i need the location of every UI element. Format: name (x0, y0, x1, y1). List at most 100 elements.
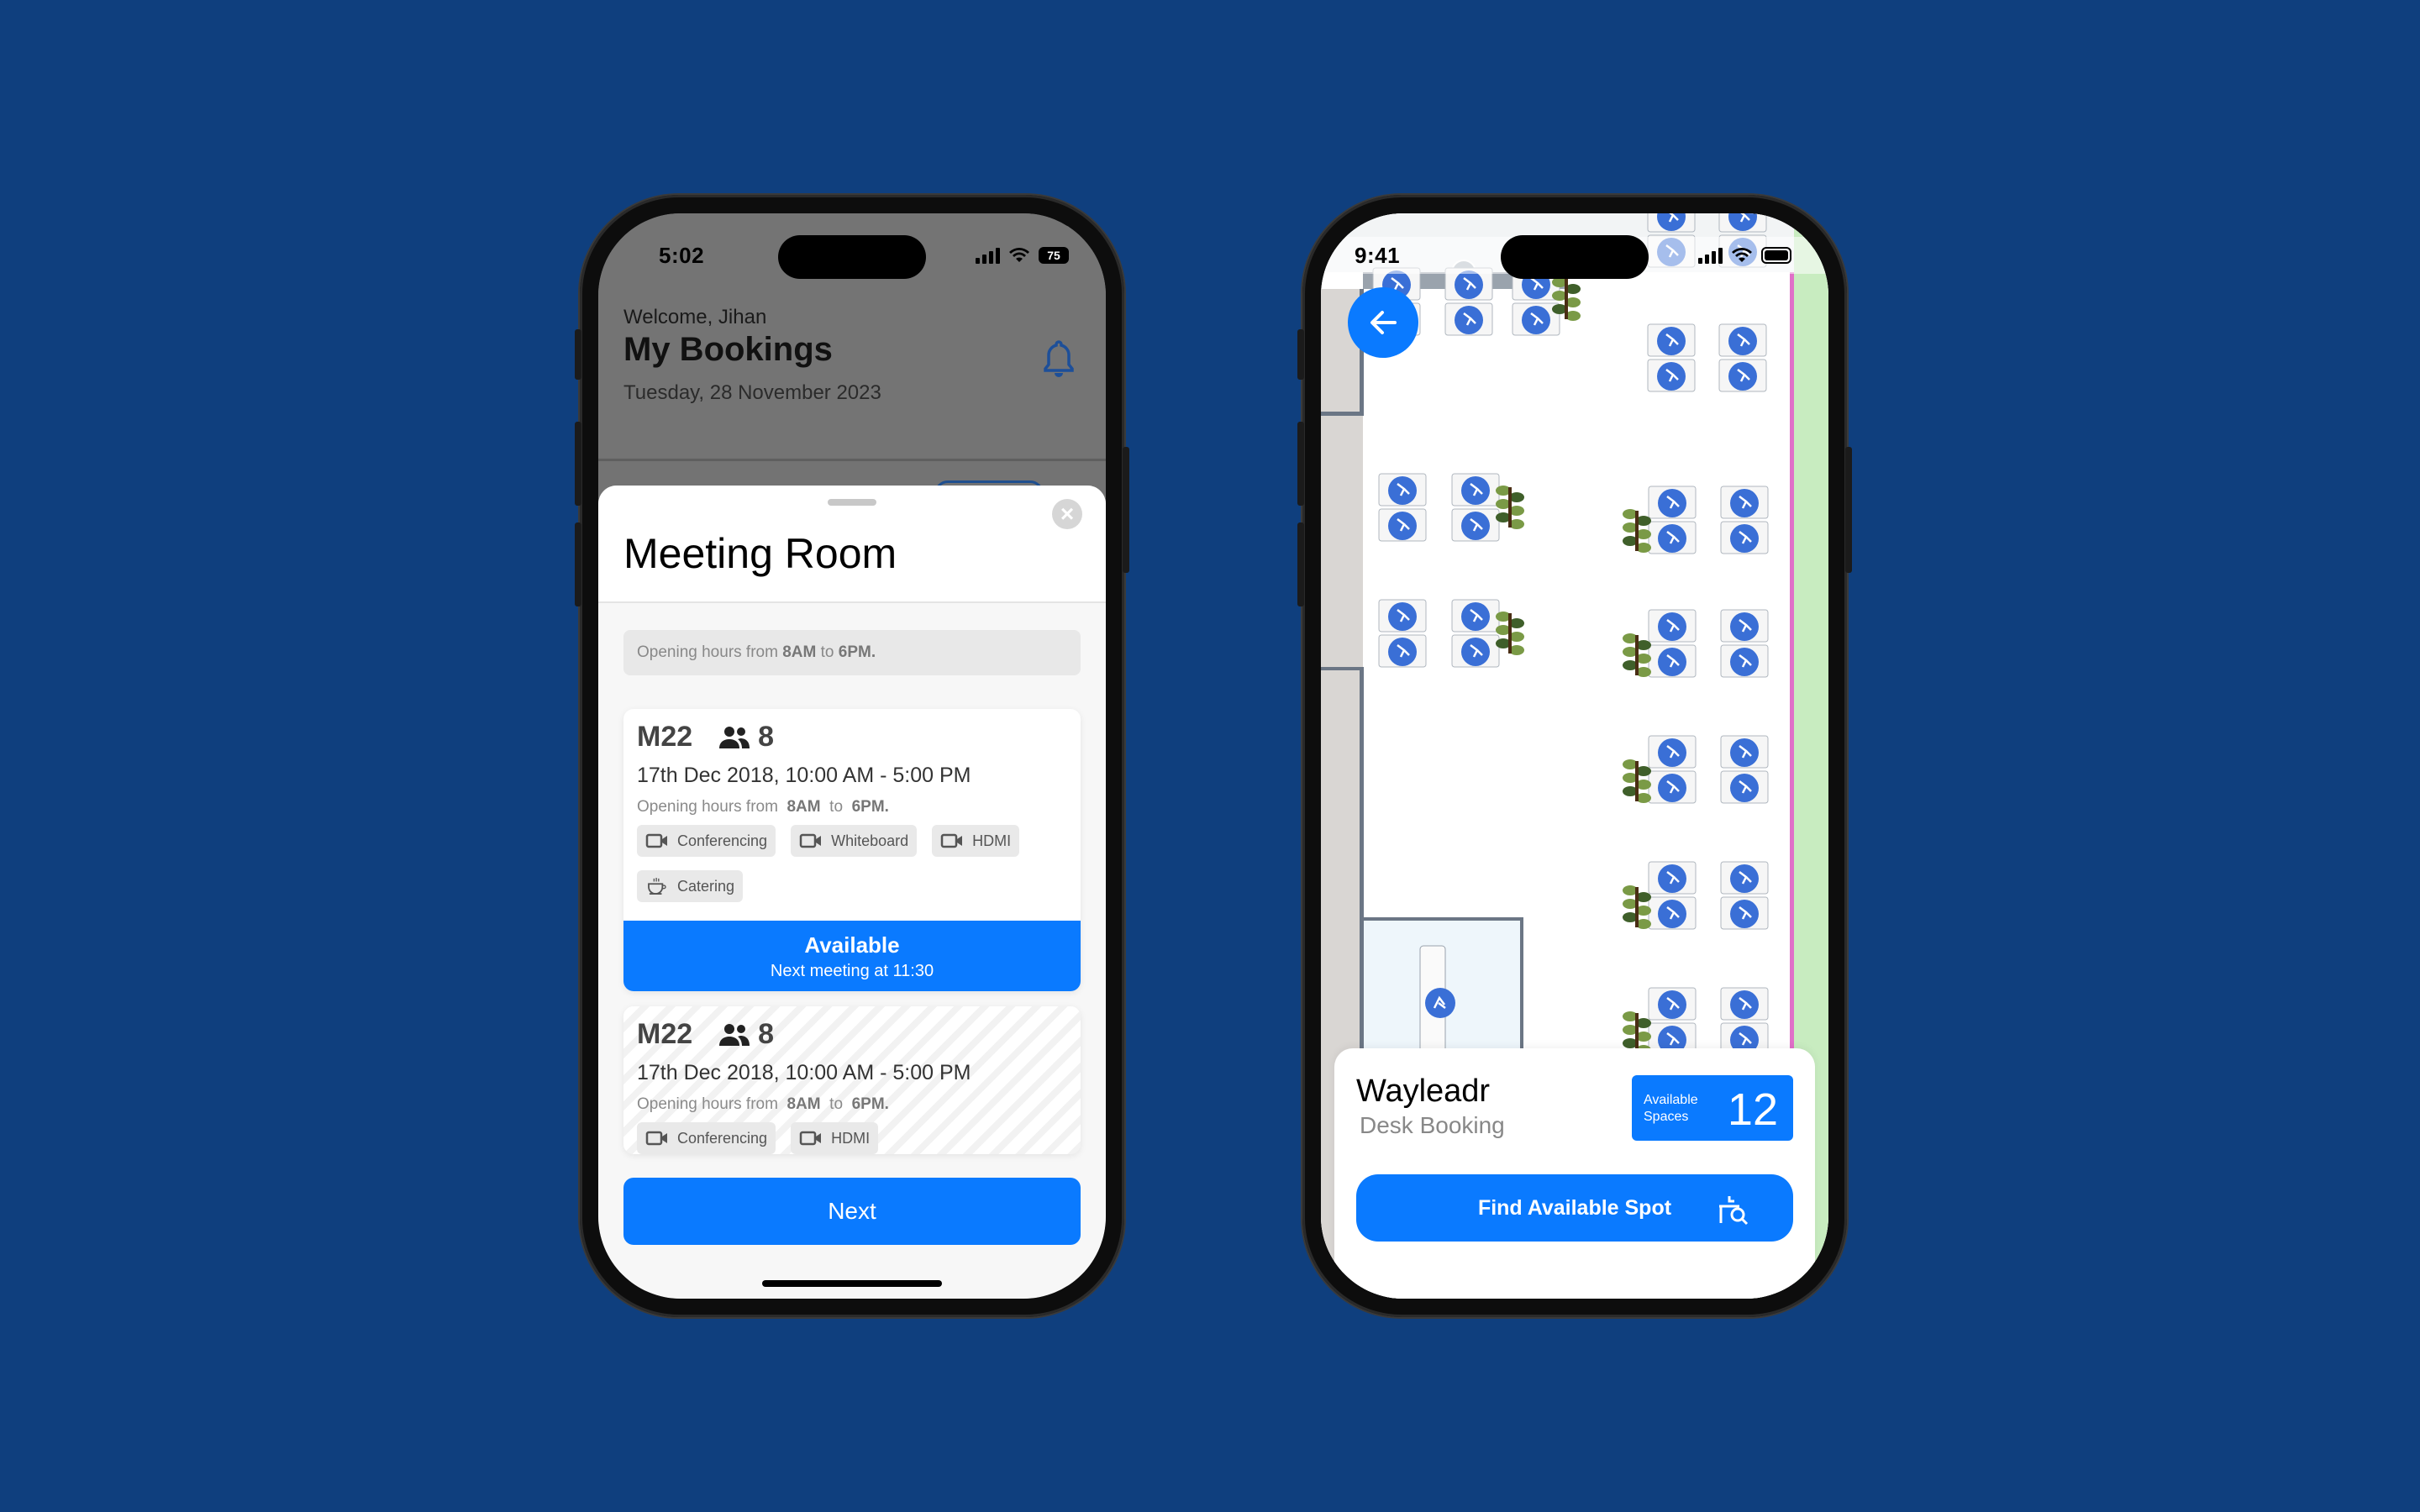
booking-time: 17th Dec 2018, 10:00 AM - 5:00 PM (637, 1061, 971, 1084)
desk-marker[interactable] (1720, 644, 1769, 678)
desk-marker[interactable] (1720, 770, 1769, 804)
spaces-label-line2: Spaces (1644, 1110, 1689, 1124)
room-card[interactable]: M22 8 17th Dec 2018, 10:00 AM - 5:00 PM … (623, 1006, 1081, 1154)
plant-icon (1496, 612, 1524, 655)
amenity-label: HDMI (972, 832, 1012, 849)
desk-marker[interactable] (1444, 302, 1493, 336)
amenity-tag: Conferencing (637, 1122, 776, 1154)
wall-segment (1321, 412, 1364, 416)
meeting-room-sheet: × Meeting Room Opening hours from 8AM to… (598, 486, 1106, 1299)
booking-time: 17th Dec 2018, 10:00 AM - 5:00 PM (637, 764, 971, 787)
amenity-label: HDMI (831, 1129, 871, 1147)
hours-mid: to (824, 1095, 848, 1113)
desk-marker[interactable] (1720, 861, 1769, 895)
desk-marker[interactable] (1378, 599, 1427, 633)
desk-marker[interactable] (1648, 896, 1697, 930)
desk-marker[interactable] (1378, 508, 1427, 542)
hours-mid: to (824, 798, 848, 816)
battery-level: 75 (1047, 249, 1060, 262)
signal-icon (1698, 247, 1723, 264)
desk-marker[interactable] (1451, 599, 1500, 633)
coffee-cup-icon (648, 878, 666, 895)
plant-icon (1623, 509, 1651, 553)
desk-marker[interactable] (1720, 735, 1769, 769)
right-screen: 9:41 Wayleadr Desk Booking Available Spac… (1321, 213, 1828, 1299)
power-button (1123, 447, 1129, 573)
back-button[interactable] (1348, 287, 1418, 358)
desk-marker[interactable] (1718, 213, 1767, 233)
video-camera-icon (645, 833, 667, 848)
amenity-label: Conferencing (677, 1129, 768, 1147)
hours-close: 6PM. (851, 798, 889, 816)
next-button[interactable]: Next (623, 1178, 1081, 1245)
find-available-spot-button[interactable]: Find Available Spot (1356, 1174, 1793, 1242)
amenity-tag: Catering (637, 870, 744, 902)
desk-marker[interactable] (1720, 987, 1769, 1021)
desk-marker[interactable] (1648, 609, 1697, 643)
desk-marker[interactable] (1648, 861, 1697, 895)
left-screen: 5:02 75 Welcome, Jihan My Bookings Tuesd… (598, 213, 1106, 1299)
page-title: My Bookings (623, 331, 833, 368)
desk-marker[interactable] (1451, 508, 1500, 542)
desk-marker[interactable] (1720, 609, 1769, 643)
room-card[interactable]: M22 8 17th Dec 2018, 10:00 AM - 5:00 PM … (623, 709, 1081, 991)
desk-marker[interactable] (1451, 634, 1500, 668)
desk-marker[interactable] (1451, 473, 1500, 507)
desk-marker[interactable] (1647, 323, 1696, 357)
dynamic-island (1501, 235, 1649, 279)
wifi-icon (1009, 248, 1029, 262)
volume-up-button (575, 422, 581, 506)
desk-marker[interactable] (1648, 987, 1697, 1021)
desk-marker[interactable] (1718, 323, 1767, 357)
volume-down-button (575, 522, 581, 606)
room-name: M22 (637, 1018, 693, 1050)
amenity-tag: Conferencing (637, 825, 776, 857)
desk-marker[interactable] (1648, 644, 1697, 678)
welcome-text: Welcome, Jihan (623, 306, 767, 328)
video-camera-icon (645, 1131, 667, 1146)
hours-close: 6PM. (851, 1095, 889, 1113)
desk-marker[interactable] (1720, 896, 1769, 930)
desk-marker[interactable] (1647, 359, 1696, 392)
power-button (1845, 447, 1852, 573)
find-button-label: Find Available Spot (1477, 1195, 1672, 1220)
sheet-grabber[interactable] (828, 499, 876, 506)
battery-icon (1761, 247, 1791, 264)
amenity-label: Conferencing (677, 832, 768, 849)
hours-close: 6PM. (838, 643, 876, 661)
action-button (575, 329, 581, 380)
dynamic-island (778, 235, 926, 279)
desk-marker[interactable] (1720, 521, 1769, 554)
available-spaces-badge: Available Spaces 12 (1632, 1075, 1793, 1141)
availability-status[interactable]: Available Next meeting at 11:30 (623, 921, 1081, 991)
amenity-tag: HDMI (791, 1122, 879, 1154)
wall-segment (1364, 917, 1522, 921)
hours-mid: to (820, 643, 834, 661)
spaces-label: Available Spaces (1644, 1092, 1698, 1126)
video-camera-icon (799, 1131, 822, 1146)
desk-marker[interactable] (1648, 735, 1697, 769)
desk-marker[interactable] (1720, 486, 1769, 519)
amenity-label: Catering (677, 877, 735, 895)
desk-marker[interactable] (1378, 473, 1427, 507)
desk-marker[interactable] (1648, 486, 1697, 519)
desk-marker[interactable] (1647, 213, 1696, 233)
desk-marker[interactable] (1718, 359, 1767, 392)
spaces-label-line1: Available (1644, 1093, 1698, 1107)
plant-icon (1623, 885, 1651, 929)
status-label: Available (804, 932, 900, 958)
room-marker[interactable] (1425, 988, 1455, 1018)
close-button[interactable]: × (1052, 499, 1082, 529)
desk-marker[interactable] (1378, 634, 1427, 668)
current-date: Tuesday, 28 November 2023 (623, 381, 881, 404)
bell-icon[interactable] (1042, 339, 1076, 378)
plant-icon (1623, 759, 1651, 803)
next-meeting: Next meeting at 11:30 (770, 962, 934, 980)
signal-icon (976, 247, 1000, 264)
booking-info-card: Wayleadr Desk Booking Available Spaces 12… (1334, 1048, 1815, 1299)
video-camera-icon (940, 833, 963, 848)
desk-marker[interactable] (1648, 770, 1697, 804)
home-indicator (1485, 1294, 1665, 1299)
wall-segment (1321, 667, 1364, 670)
desk-marker[interactable] (1648, 521, 1697, 554)
